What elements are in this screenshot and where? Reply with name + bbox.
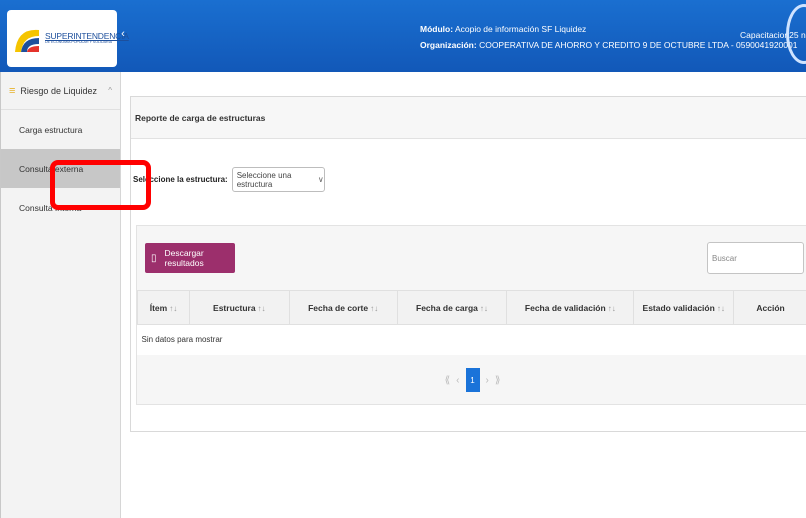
column-header-fecha-corte[interactable]: Fecha de corte ↑↓ <box>288 290 398 325</box>
column-header-estructura[interactable]: Estructura ↑↓ <box>188 290 290 325</box>
top-header: SUPERINTENDENCIA DE ECONOMÍA POPULAR Y S… <box>0 0 806 72</box>
results-table: Ítem ↑↓ Estructura ↑↓ Fecha de corte ↑↓ Fec… <box>137 290 806 355</box>
sort-icon: ↑↓ <box>716 303 725 313</box>
first-page-icon[interactable]: ⟪ <box>445 375 451 386</box>
column-header-estado-validacion[interactable]: Estado validación ↑↓ <box>633 290 735 325</box>
pagination: ⟪ ‹ 1 › ⟫ <box>137 356 806 404</box>
column-header-fecha-carga[interactable]: Fecha de carga ↑↓ <box>396 290 508 325</box>
next-page-icon[interactable]: › <box>486 375 489 386</box>
last-page-icon[interactable]: ⟫ <box>495 375 501 386</box>
page-1-button[interactable]: 1 <box>465 368 480 392</box>
search-input[interactable] <box>707 242 804 274</box>
report-panel: Reporte de carga de estructuras Seleccio… <box>130 96 806 432</box>
logo-subtitle: DE ECONOMÍA POPULAR Y SOLIDARIA <box>45 40 112 45</box>
organization-value: COOPERATIVA DE AHORRO Y CREDITO 9 DE OCT… <box>479 40 798 50</box>
table-row: Sin datos para mostrar <box>137 324 806 355</box>
column-header-item[interactable]: Ítem ↑↓ <box>137 290 190 325</box>
highlight-annotation <box>50 160 151 210</box>
module-label: Módulo: <box>420 24 454 34</box>
empty-message: Sin datos para mostrar <box>137 324 806 355</box>
column-header-fecha-validacion[interactable]: Fecha de validación ↑↓ <box>506 290 635 325</box>
file-icon: ▯ <box>151 252 157 264</box>
sidebar-item-carga-estructura[interactable]: Carga estructura <box>1 110 120 149</box>
panel-title: Reporte de carga de estructuras <box>131 97 806 139</box>
results-section: ▯ Descargar resultados Ítem↑↓ Estructura… <box>136 225 806 405</box>
sort-icon: ↑↓ <box>370 303 379 313</box>
structure-select[interactable]: Seleccione una estructura ∨ <box>231 167 325 192</box>
chevron-down-icon: ∨ <box>317 175 324 184</box>
module-value: Acopio de información SF Liquidez <box>454 24 587 34</box>
seps-logo[interactable]: SUPERINTENDENCIA DE ECONOMÍA POPULAR Y S… <box>7 10 129 67</box>
structure-select-row: Seleccione la estructura: Seleccione una… <box>133 167 325 192</box>
sort-icon: ↑↓ <box>257 303 266 313</box>
structure-select-value: Seleccione una estructura <box>236 170 292 189</box>
prev-page-icon[interactable]: ‹ <box>456 375 459 386</box>
user-avatar-icon[interactable] <box>786 4 806 64</box>
download-results-label: Descargar resultados <box>164 248 204 268</box>
sidebar-section-label: Riesgo de Liquidez <box>20 85 97 96</box>
table-header-row: Ítem ↑↓ Estructura ↑↓ Fecha de corte ↑↓ Fec… <box>137 290 806 325</box>
sidebar: ≡ Riesgo de Liquidez ^ Carga estructura … <box>0 72 121 518</box>
column-header-accion: Acción <box>733 290 806 325</box>
sidebar-section-riesgo-liquidez[interactable]: ≡ Riesgo de Liquidez ^ <box>1 72 120 110</box>
main-content: Reporte de carga de estructuras Seleccio… <box>121 72 806 518</box>
chevron-up-icon: ^ <box>108 86 112 95</box>
organization-label: Organización: <box>420 40 477 50</box>
download-results-button[interactable]: ▯ Descargar resultados <box>145 243 235 273</box>
sort-icon: ↑↓ <box>607 303 616 313</box>
menu-list-icon: ≡ <box>9 84 16 97</box>
sort-icon: ↑↓ <box>169 303 178 313</box>
collapse-sidebar-icon[interactable]: ‹ <box>118 26 128 42</box>
sort-icon: ↑↓ <box>479 303 488 313</box>
logo-mark-icon <box>13 22 41 56</box>
